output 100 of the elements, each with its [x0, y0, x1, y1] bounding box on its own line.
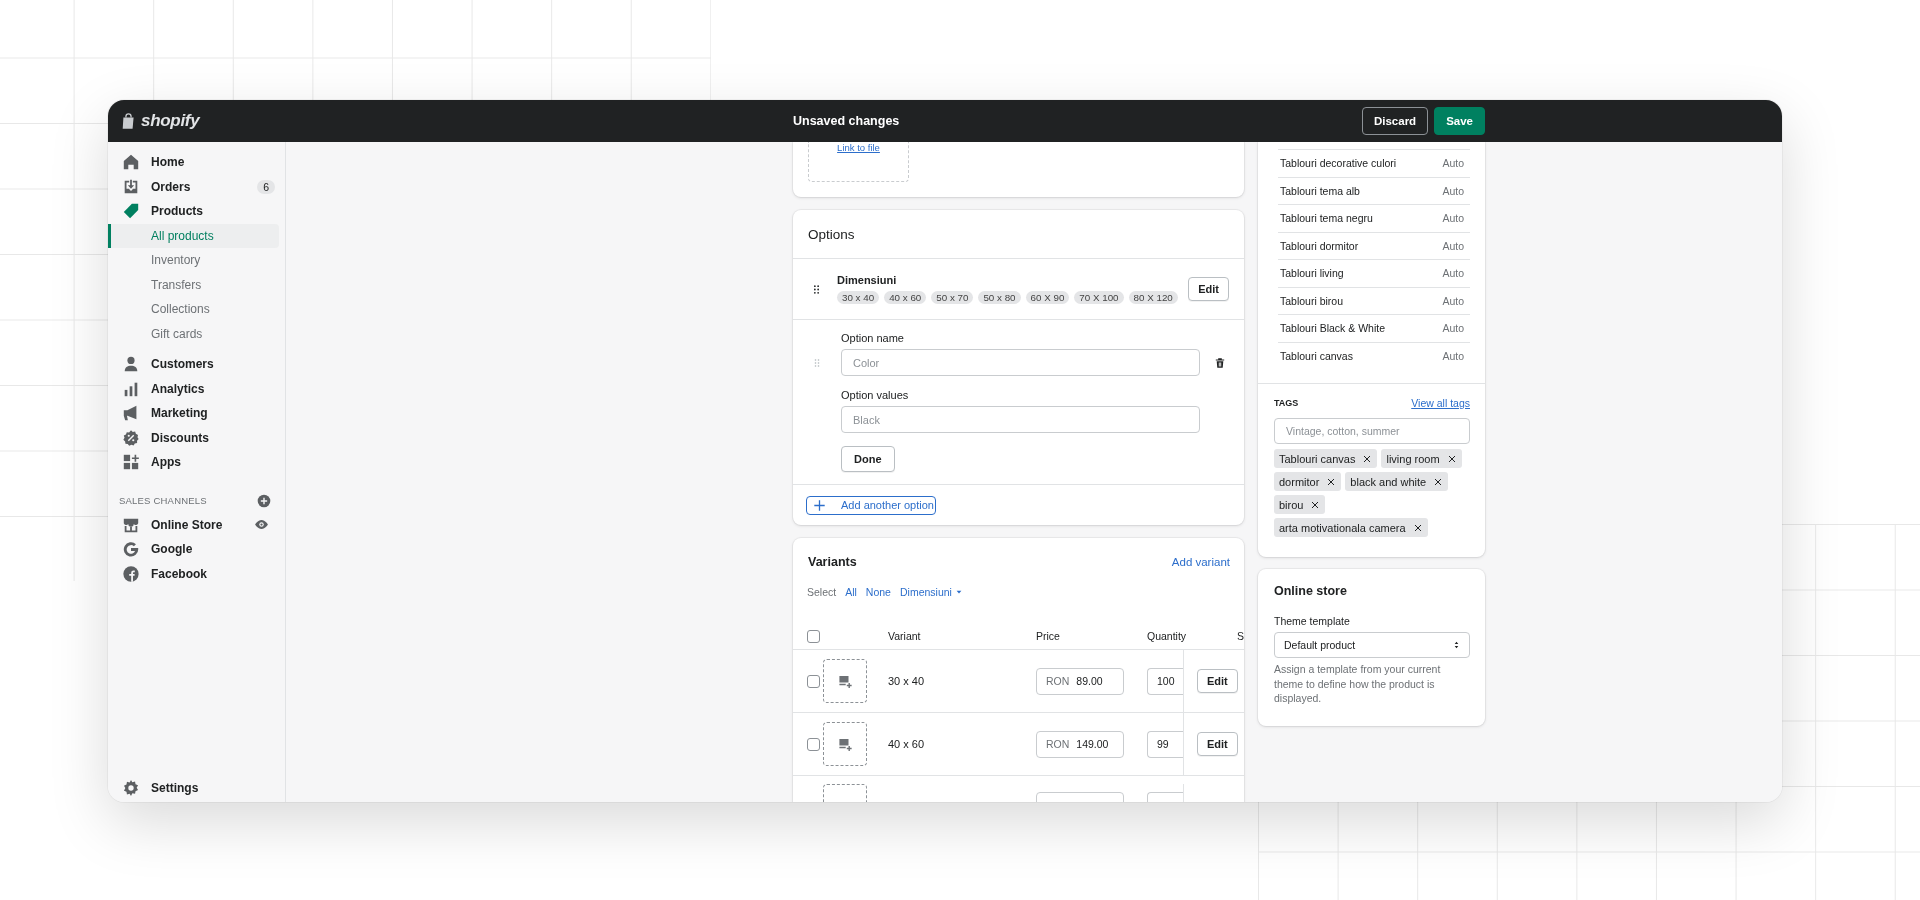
file-drop-zone[interactable]: Link to file — [808, 142, 909, 182]
help-text: Assign a template from your current theme to define how the product is displayed. — [1274, 662, 1442, 706]
tag-label: birou — [1279, 498, 1304, 511]
home-icon — [122, 153, 140, 172]
g-arc-icon — [122, 540, 140, 559]
tag-label: arta motivationala camera — [1279, 521, 1406, 534]
sidebar-item[interactable]: Google — [108, 537, 279, 562]
tag-label: Tablouri canvas — [1279, 452, 1356, 465]
done-button[interactable]: Done — [841, 446, 895, 472]
select-link[interactable]: None — [865, 586, 891, 598]
collection-type: Auto — [1442, 184, 1464, 197]
collection-name: Tablouri Black & White — [1280, 322, 1386, 335]
sidebar-item[interactable]: Gift cards — [108, 321, 279, 346]
image-upload-slot[interactable] — [823, 722, 867, 766]
price-field[interactable]: RON 89.00 — [1036, 667, 1124, 695]
value-chip: 50 x 80 — [978, 291, 1021, 304]
collection-name: Tablouri decorative culori — [1280, 157, 1397, 170]
sidebar-item[interactable]: Apps — [108, 450, 279, 475]
close-icon[interactable] — [1433, 476, 1444, 487]
column-header: Variant — [888, 630, 922, 642]
collection-name: Tablouri dormitor — [1280, 239, 1359, 252]
shopping-bag-icon — [120, 111, 137, 131]
column-header: S — [1237, 630, 1244, 642]
close-icon[interactable] — [1412, 522, 1423, 533]
view-tags-link[interactable]: View all tags — [1411, 397, 1470, 409]
drag-handle-icon[interactable] — [812, 356, 822, 369]
tag-icon — [122, 202, 140, 221]
sidebar-item[interactable]: Discounts — [108, 425, 279, 450]
close-icon[interactable] — [1326, 476, 1337, 487]
select-link[interactable]: All — [845, 586, 857, 598]
collection-name: Tablouri birou — [1280, 294, 1344, 307]
add-variant-link[interactable]: Add variant — [1171, 555, 1230, 568]
edit-button[interactable]: Edit — [1197, 732, 1238, 756]
tags-field[interactable]: Vintage, cotton, summer — [1274, 418, 1470, 444]
section-heading: SALES CHANNELS — [119, 495, 207, 506]
sidebar-item[interactable]: Customers — [108, 352, 279, 377]
option-name: Dimensiuni — [837, 274, 898, 286]
tag-label: dormitor — [1279, 475, 1320, 488]
edit-button[interactable]: Edit — [1188, 277, 1229, 301]
sidebar-item[interactable]: Collections — [108, 297, 279, 322]
caret-down-icon — [954, 588, 963, 596]
section-heading: TAGS — [1274, 398, 1299, 408]
checkbox[interactable] — [807, 629, 820, 643]
sidebar-item[interactable]: Orders 6 — [108, 174, 279, 199]
checkbox[interactable] — [807, 674, 820, 688]
close-icon[interactable] — [1446, 453, 1457, 464]
collection-type: Auto — [1442, 212, 1464, 225]
page-title: Unsaved changes — [793, 114, 900, 128]
add-image-icon — [838, 674, 852, 688]
count-badge: 6 — [257, 179, 275, 194]
quantity-field[interactable]: 99 — [1147, 730, 1183, 758]
sidebar-item[interactable]: Products — [108, 199, 279, 224]
value-chip: 70 X 100 — [1074, 291, 1124, 304]
column-header: Price — [1036, 630, 1061, 642]
collection-name: Tablouri canvas — [1280, 349, 1353, 362]
save-button[interactable]: Save — [1434, 107, 1485, 135]
sidebar-item[interactable]: Analytics — [108, 376, 279, 401]
sidebar-item[interactable]: Marketing — [108, 401, 279, 426]
edit-button[interactable]: Edit — [1197, 669, 1238, 693]
person-icon — [122, 355, 140, 374]
gear-icon — [122, 778, 140, 797]
discard-button[interactable]: Discard — [1361, 107, 1429, 135]
trash-icon[interactable] — [1214, 356, 1226, 369]
currency-prefix: RON — [1046, 675, 1070, 687]
f-circle-icon — [122, 564, 140, 583]
sidebar-item[interactable]: Facebook — [108, 561, 279, 586]
add-image-icon — [838, 737, 852, 751]
add-circle-icon[interactable] — [257, 493, 271, 508]
close-icon[interactable] — [1310, 499, 1321, 510]
select-arrows-icon — [1452, 640, 1461, 650]
file-link[interactable]: Link to file — [837, 142, 880, 181]
currency-prefix: RON — [1046, 738, 1070, 750]
sidebar-item[interactable]: Settings — [108, 775, 279, 800]
collection-name: Tablouri tema alb — [1280, 184, 1360, 197]
input-field[interactable]: Color — [841, 349, 1200, 376]
sidebar-item[interactable]: Inventory — [108, 248, 279, 273]
tag-label: living room — [1386, 452, 1440, 465]
checkbox[interactable] — [807, 737, 820, 751]
value-chip: 40 x 60 — [884, 291, 927, 304]
image-upload-slot[interactable] — [823, 659, 867, 703]
inbox-icon — [122, 177, 140, 196]
input-field[interactable]: Black — [841, 406, 1200, 433]
template-select[interactable]: Default product — [1274, 632, 1470, 658]
filter-dropdown[interactable]: Dimensiuni — [899, 586, 963, 598]
price-field[interactable]: RON 149.00 — [1036, 730, 1124, 758]
price-value: 149.00 — [1076, 738, 1109, 750]
quantity-field[interactable]: 100 — [1147, 667, 1183, 695]
collection-type: Auto — [1442, 349, 1464, 362]
sidebar-item[interactable]: All products — [108, 223, 279, 248]
add-option-button[interactable]: Add another option — [806, 495, 936, 515]
collection-type: Auto — [1442, 294, 1464, 307]
close-icon[interactable] — [1362, 453, 1373, 464]
sidebar-item[interactable]: Home — [108, 150, 279, 175]
select-label: Select — [807, 586, 837, 598]
drag-handle-icon[interactable] — [811, 282, 822, 296]
sidebar-item[interactable]: Transfers — [108, 272, 279, 297]
value-chip: 30 x 40 — [837, 291, 880, 304]
collection-type: Auto — [1442, 267, 1464, 280]
sidebar-item[interactable]: Online Store — [108, 512, 279, 537]
variant-name: 40 x 60 — [888, 738, 926, 750]
